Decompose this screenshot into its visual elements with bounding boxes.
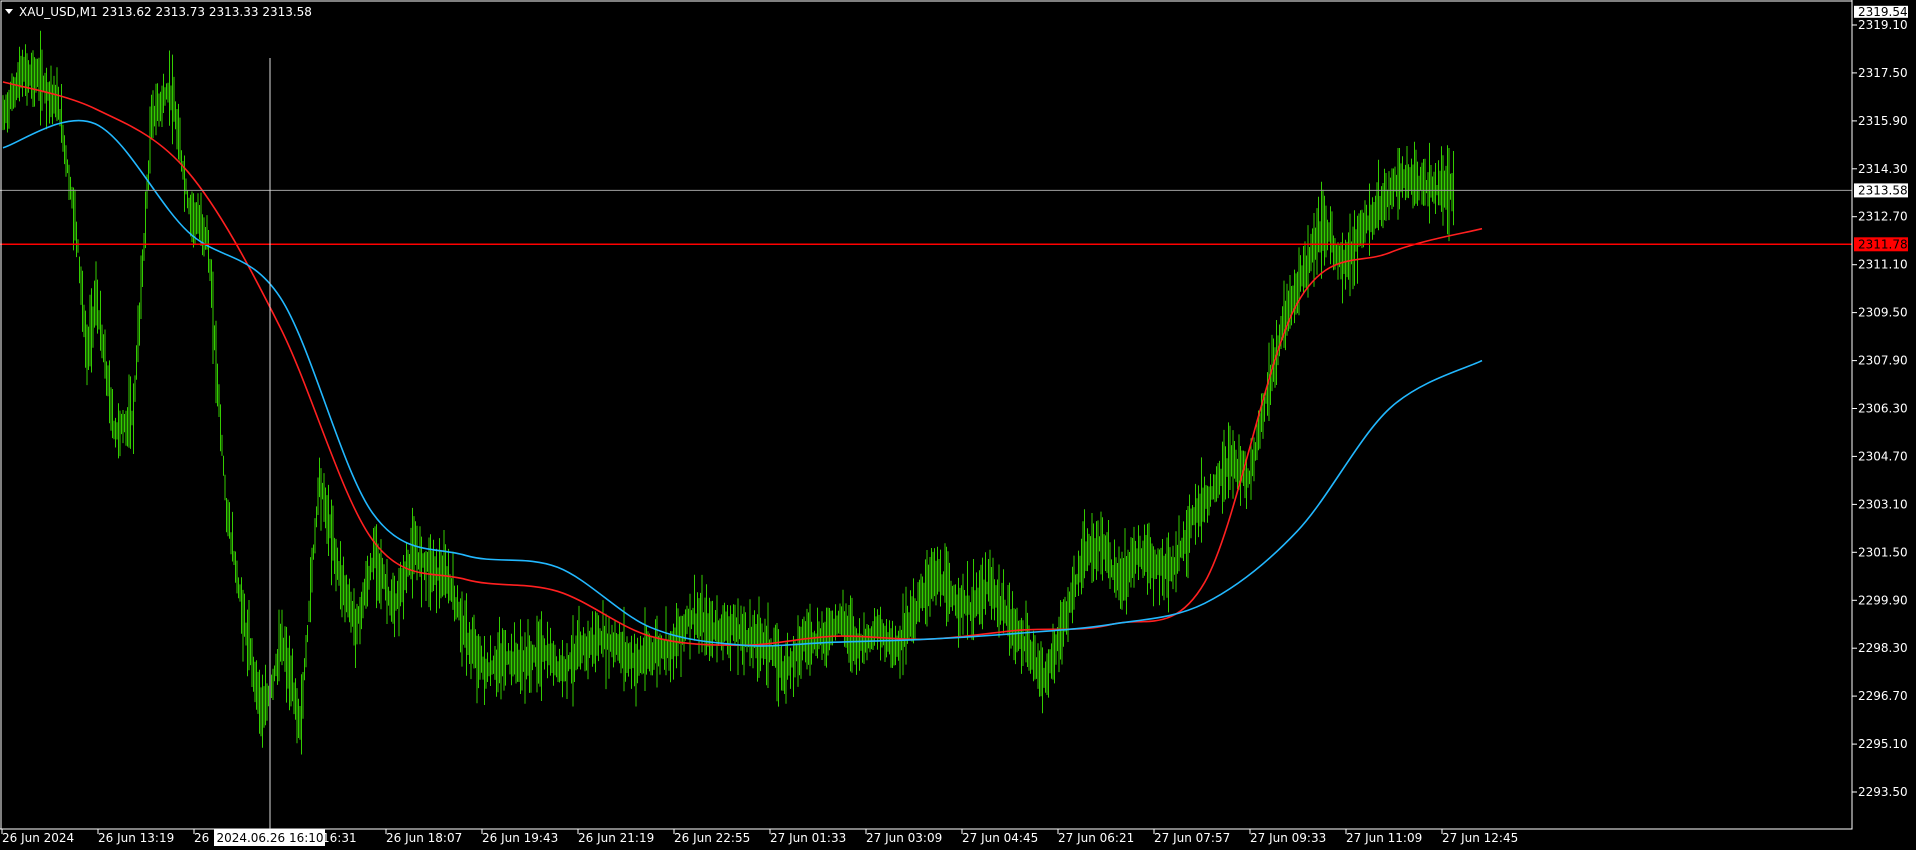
price-tick-label: 2315.90 (1858, 114, 1908, 128)
time-tick-label: 26 Jun 22:55 (674, 831, 750, 845)
level-price-label: 2311.78 (1858, 237, 1908, 251)
price-tick-label: 2299.90 (1858, 593, 1908, 607)
top-price-label: 2319.54 (1858, 5, 1908, 19)
time-tick-label: 26 Jun 2024 (2, 831, 74, 845)
time-tick-label: 27 Jun 06:21 (1058, 831, 1134, 845)
time-tick-label: 27 Jun 01:33 (770, 831, 846, 845)
crosshair-time-label: 2024.06.26 16:10 (216, 831, 323, 845)
time-tick-label: 27 Jun 04:45 (962, 831, 1038, 845)
time-tick-label: 26 Jun 19:43 (482, 831, 558, 845)
price-tick-label: 2304.70 (1858, 449, 1908, 463)
chart-background (0, 0, 1916, 850)
price-tick-label: 2303.10 (1858, 497, 1908, 511)
price-tick-label: 2319.10 (1858, 18, 1908, 32)
price-tick-label: 2306.30 (1858, 402, 1908, 416)
time-tick-label: 27 Jun 09:33 (1250, 831, 1326, 845)
symbol-timeframe[interactable]: XAU_USD,M1 (19, 5, 98, 19)
price-tick-label: 2301.50 (1858, 545, 1908, 559)
time-tick-label: 26 Jun 18:07 (386, 831, 462, 845)
time-tick-label: 26 Jun 13:19 (98, 831, 174, 845)
price-tick-label: 2298.30 (1858, 641, 1908, 655)
price-tick-label: 2311.10 (1858, 258, 1908, 272)
price-tick-label: 2314.30 (1858, 162, 1908, 176)
time-tick-label: 27 Jun 12:45 (1442, 831, 1518, 845)
time-tick-label: 27 Jun 03:09 (866, 831, 942, 845)
time-tick-label: 27 Jun 07:57 (1154, 831, 1230, 845)
price-tick-label: 2295.10 (1858, 737, 1908, 751)
price-tick-label: 2307.90 (1858, 354, 1908, 368)
price-tick-label: 2309.50 (1858, 306, 1908, 320)
ohlc-values: 2313.62 2313.73 2313.33 2313.58 (102, 5, 312, 19)
price-tick-label: 2296.70 (1858, 689, 1908, 703)
time-tick-label: 26 (194, 831, 209, 845)
price-tick-label: 2317.50 (1858, 66, 1908, 80)
price-tick-label: 2312.70 (1858, 210, 1908, 224)
time-tick-label: 26 Jun 21:19 (578, 831, 654, 845)
price-tick-label: 2293.50 (1858, 785, 1908, 799)
time-tick-label: 27 Jun 11:09 (1346, 831, 1422, 845)
time-tick-label: 16:31 (322, 831, 357, 845)
bid-price-label: 2313.58 (1858, 183, 1908, 197)
price-chart[interactable]: 2319.10 2317.50 2315.90 2314.30 2312.70 2311.… (0, 0, 1916, 850)
